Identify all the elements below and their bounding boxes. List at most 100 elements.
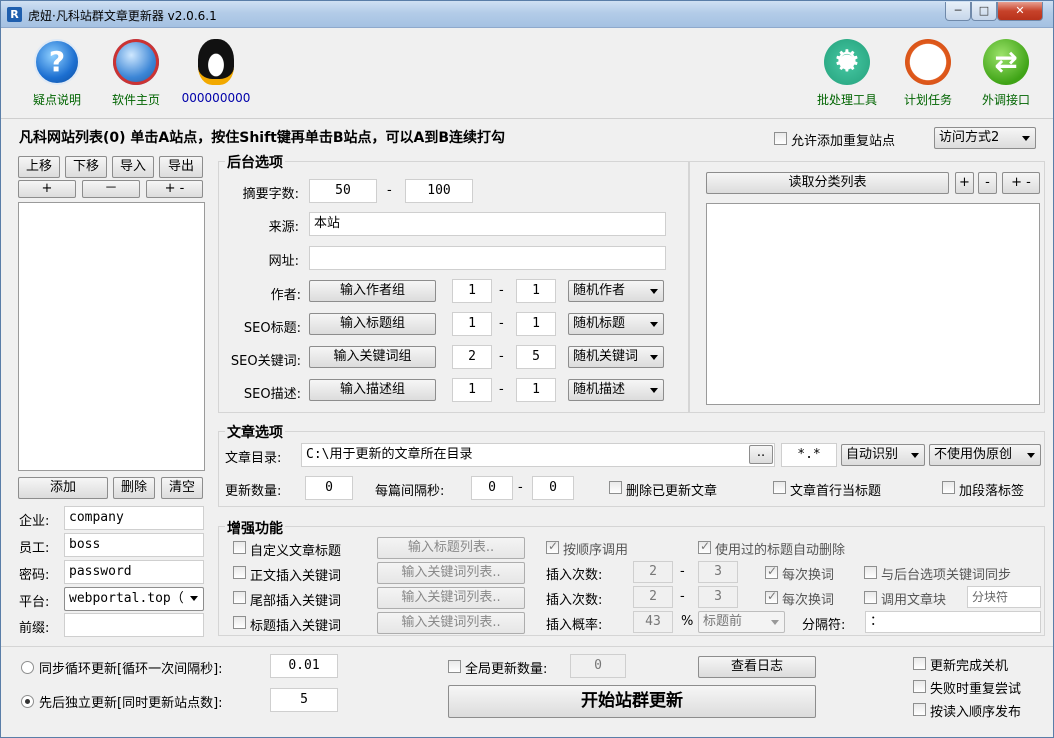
toolbar-homepage[interactable]: 软件主页: [101, 39, 171, 108]
move-up-button[interactable]: 上移: [18, 156, 60, 178]
custom-title-checkbox[interactable]: [233, 541, 246, 554]
author-max-input[interactable]: 1: [516, 279, 556, 303]
toolbar-schedule[interactable]: 计划任务: [893, 39, 963, 108]
start-update-button[interactable]: 开始站群更新: [448, 685, 816, 718]
site-list[interactable]: [18, 202, 205, 471]
tail-insert-min-input[interactable]: 2: [633, 586, 673, 608]
tail-insert-max-input[interactable]: 3: [698, 586, 738, 608]
pseudo-original-select[interactable]: 不使用伪原创: [929, 444, 1041, 466]
body-each-change-checkbox[interactable]: [765, 564, 778, 579]
article-dir-input[interactable]: C:\用于更新的文章所在目录: [301, 443, 775, 467]
encoding-select[interactable]: 自动识别: [841, 444, 925, 466]
global-count-checkbox[interactable]: [448, 660, 461, 673]
category-plus-button[interactable]: +: [955, 172, 974, 194]
tail-each-change-checkbox[interactable]: [765, 589, 778, 604]
allow-duplicates-checkbox[interactable]: [774, 132, 787, 145]
import-button[interactable]: 导入: [112, 156, 154, 178]
site-plus-button[interactable]: +: [18, 180, 76, 198]
view-log-button[interactable]: 查看日志: [698, 656, 816, 678]
title-keyword-checkbox[interactable]: [233, 616, 246, 629]
title-keyword-list-button[interactable]: 输入关键词列表..: [377, 612, 525, 634]
author-min-input[interactable]: 1: [452, 279, 492, 303]
author-mode-select[interactable]: 随机作者: [568, 280, 664, 302]
site-plusminus-button[interactable]: + -: [146, 180, 203, 198]
sync-backend-keywords-checkbox[interactable]: [864, 566, 877, 579]
url-input[interactable]: [309, 246, 666, 270]
title-bar[interactable]: R 虎妞·凡科站群文章更新器 v2.0.6.1 ─ □ ✕: [1, 1, 1053, 28]
clear-sites-button[interactable]: 清空: [161, 477, 203, 499]
summary-min-input[interactable]: 50: [309, 179, 377, 203]
toolbar-batch-tool[interactable]: ⚙ 批处理工具: [812, 39, 882, 108]
seo-desc-label: SEO描述:: [243, 387, 301, 402]
category-plusminus-button[interactable]: + -: [1002, 172, 1040, 194]
shutdown-checkbox[interactable]: [913, 657, 926, 670]
toolbar-external-api[interactable]: ⇄ 外调接口: [971, 39, 1041, 108]
input-keywords-button[interactable]: 输入关键词组: [309, 346, 436, 368]
category-minus-button[interactable]: -: [978, 172, 997, 194]
input-title-list-button[interactable]: 输入标题列表..: [377, 537, 525, 559]
seo-keywords-mode-select[interactable]: 随机关键词: [568, 346, 664, 368]
employee-input[interactable]: boss: [64, 533, 204, 557]
in-order-checkbox[interactable]: [546, 539, 559, 554]
file-ext-input[interactable]: *.*: [781, 443, 837, 467]
title-position-select[interactable]: 标题前: [698, 611, 785, 633]
read-category-list-button[interactable]: 读取分类列表: [706, 172, 949, 194]
password-input[interactable]: password: [64, 560, 204, 584]
input-titles-button[interactable]: 输入标题组: [309, 313, 436, 335]
body-keyword-checkbox[interactable]: [233, 566, 246, 579]
platform-select[interactable]: webportal.top（: [64, 587, 204, 611]
seo-keywords-max-input[interactable]: 5: [516, 345, 556, 369]
seo-title-mode-select[interactable]: 随机标题: [568, 313, 664, 335]
separator-input[interactable]: ：: [865, 611, 1041, 633]
category-list[interactable]: [706, 203, 1040, 405]
close-button[interactable]: ✕: [997, 2, 1043, 21]
body-insert-max-input[interactable]: 3: [698, 561, 738, 583]
prefix-input[interactable]: [64, 613, 204, 637]
summary-max-input[interactable]: 100: [405, 179, 473, 203]
seo-desc-mode-select[interactable]: 随机描述: [568, 379, 664, 401]
auto-delete-used-checkbox[interactable]: [698, 539, 711, 554]
sync-loop-interval-input[interactable]: 0.01: [270, 654, 338, 678]
source-input[interactable]: 本站: [309, 212, 666, 236]
use-article-block-checkbox[interactable]: [864, 591, 877, 604]
seo-desc-min-input[interactable]: 1: [452, 378, 492, 402]
export-button[interactable]: 导出: [159, 156, 203, 178]
seo-keywords-dash: -: [499, 349, 504, 364]
toolbar-qq[interactable]: 000000000: [181, 39, 251, 105]
access-mode-select[interactable]: 访问方式2: [934, 127, 1036, 149]
add-site-button[interactable]: 添加: [18, 477, 108, 499]
browse-dir-button[interactable]: ..: [749, 445, 773, 464]
insert-probability-input[interactable]: 43: [633, 611, 673, 633]
toolbar-help[interactable]: ? 疑点说明: [22, 39, 92, 108]
concurrent-sites-input[interactable]: 5: [270, 688, 338, 712]
interval-max-input[interactable]: 0: [532, 476, 574, 500]
retry-checkbox[interactable]: [913, 680, 926, 693]
sequential-update-radio[interactable]: [21, 695, 34, 708]
tail-keyword-checkbox[interactable]: [233, 591, 246, 604]
seo-title-min-input[interactable]: 1: [452, 312, 492, 336]
input-authors-button[interactable]: 输入作者组: [309, 280, 436, 302]
seo-keywords-min-input[interactable]: 2: [452, 345, 492, 369]
company-input[interactable]: company: [64, 506, 204, 530]
maximize-button[interactable]: □: [971, 2, 997, 21]
block-separator-input[interactable]: 分块符: [967, 586, 1041, 608]
input-descriptions-button[interactable]: 输入描述组: [309, 379, 436, 401]
seo-title-max-input[interactable]: 1: [516, 312, 556, 336]
sync-loop-radio[interactable]: [21, 661, 34, 674]
password-label: 密码:: [19, 568, 50, 583]
first-line-title-checkbox[interactable]: [773, 481, 786, 494]
delete-site-button[interactable]: 删除: [113, 477, 155, 499]
read-order-checkbox[interactable]: [913, 703, 926, 716]
delete-updated-checkbox[interactable]: [609, 481, 622, 494]
site-minus-button[interactable]: －: [82, 180, 140, 198]
para-tags-checkbox[interactable]: [942, 481, 955, 494]
interval-min-input[interactable]: 0: [471, 476, 513, 500]
body-keyword-list-button[interactable]: 输入关键词列表..: [377, 562, 525, 584]
update-count-input[interactable]: 0: [305, 476, 353, 500]
tail-keyword-list-button[interactable]: 输入关键词列表..: [377, 587, 525, 609]
body-insert-min-input[interactable]: 2: [633, 561, 673, 583]
global-count-input[interactable]: 0: [570, 654, 626, 678]
move-down-button[interactable]: 下移: [65, 156, 107, 178]
seo-desc-max-input[interactable]: 1: [516, 378, 556, 402]
minimize-button[interactable]: ─: [945, 2, 971, 21]
